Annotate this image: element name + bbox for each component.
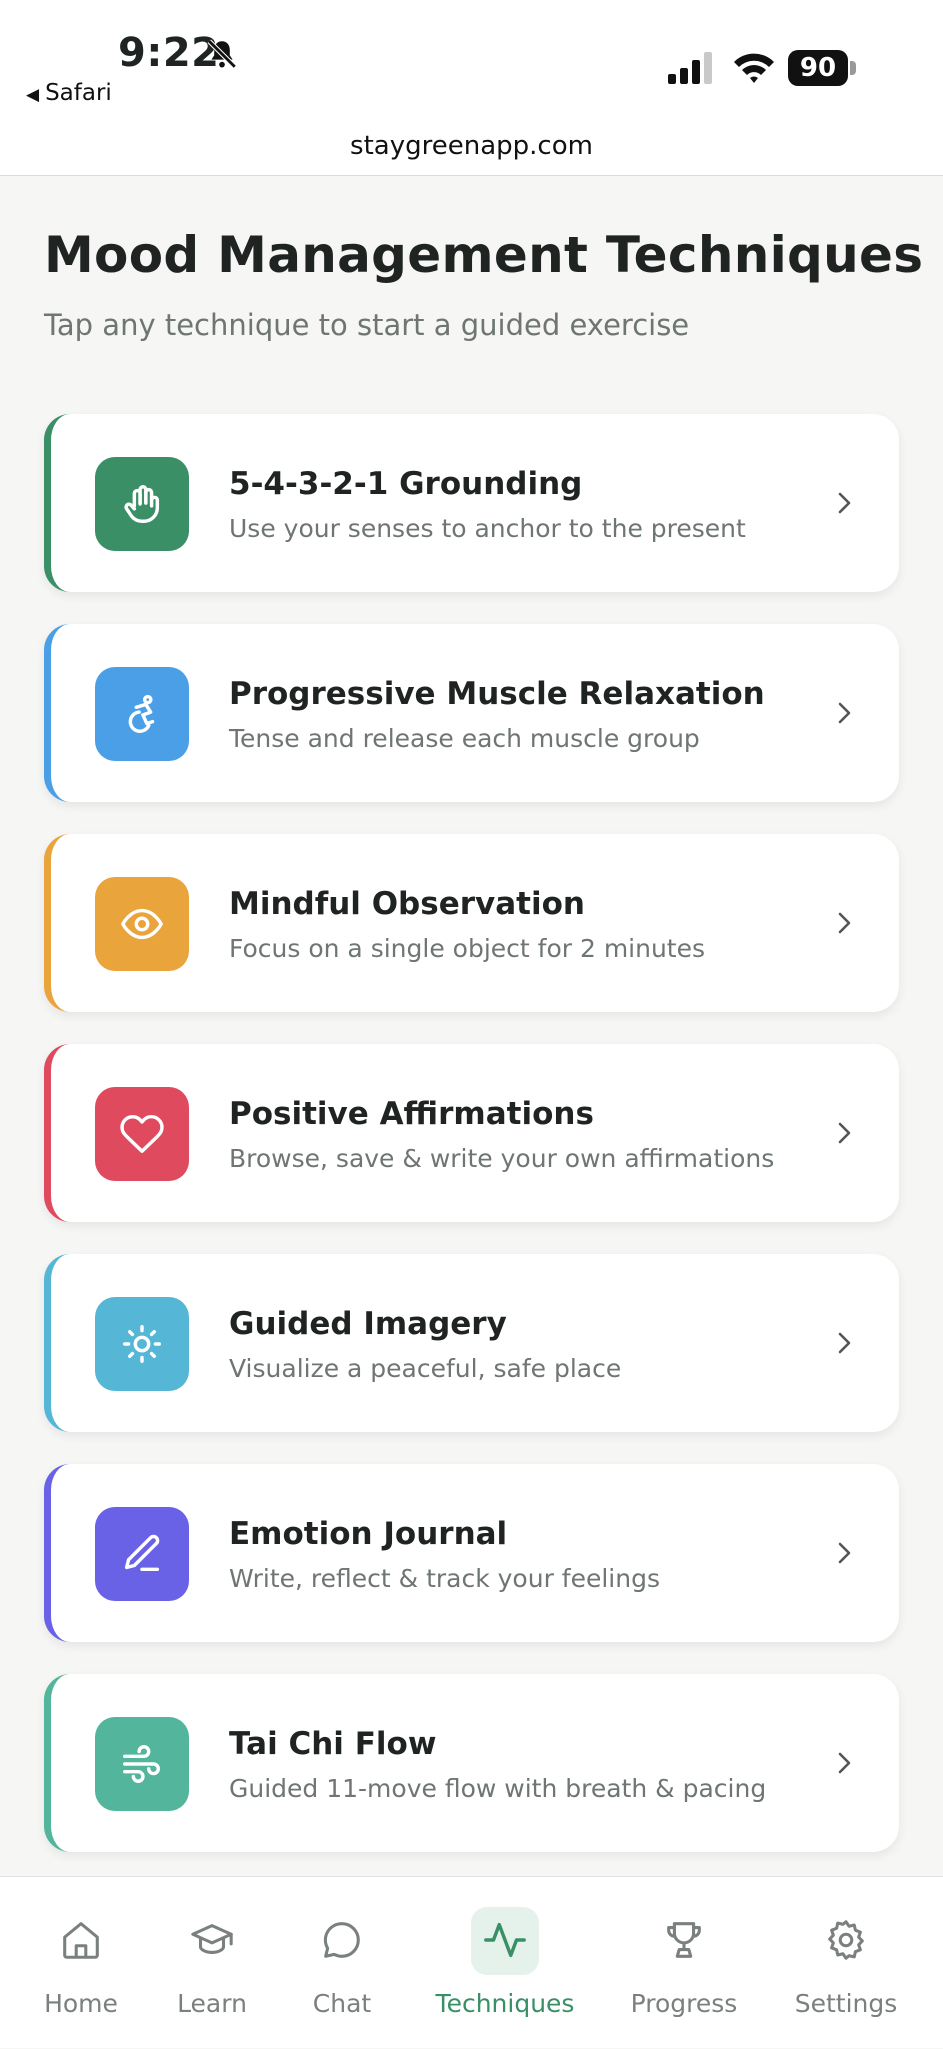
wind-icon xyxy=(123,1745,160,1783)
technique-name: 5-4-3-2-1 Grounding xyxy=(229,466,583,502)
chevron-right-icon xyxy=(838,1122,851,1144)
trophy-icon xyxy=(667,1922,701,1958)
sun-icon xyxy=(123,1325,161,1363)
heart-icon xyxy=(120,1115,164,1153)
technique-description: Write, reflect & track your feelings xyxy=(229,1564,660,1593)
tab-home[interactable]: Home xyxy=(6,1877,156,2049)
tab-techniques[interactable]: Techniques xyxy=(430,1877,580,2049)
hand-icon xyxy=(124,485,160,523)
chevron-right-icon xyxy=(838,492,851,514)
tab-chat[interactable]: Chat xyxy=(267,1877,417,2049)
tab-label: Progress xyxy=(630,1989,738,2018)
home-icon xyxy=(63,1922,99,1959)
address-bar[interactable]: staygreenapp.com xyxy=(0,128,943,176)
technique-card-grounding[interactable]: 5-4-3-2-1 Grounding Use your senses to a… xyxy=(44,414,899,592)
back-label: Safari xyxy=(45,80,112,106)
pen-icon xyxy=(124,1534,160,1572)
tab-progress[interactable]: Progress xyxy=(609,1877,759,2049)
back-to-safari-button[interactable]: ◀ Safari xyxy=(26,80,112,106)
tab-label: Chat xyxy=(312,1989,372,2018)
technique-name: Guided Imagery xyxy=(229,1306,507,1342)
tab-label: Home xyxy=(44,1989,118,2018)
url-text: staygreenapp.com xyxy=(350,131,593,161)
chevron-right-icon xyxy=(838,1752,851,1774)
chevron-right-icon xyxy=(838,1542,851,1564)
technique-icon-tile xyxy=(95,1507,189,1601)
back-triangle-icon: ◀ xyxy=(26,85,40,105)
battery-indicator: 90 xyxy=(788,50,858,86)
chevron-right-icon xyxy=(838,1332,851,1354)
technique-description: Guided 11-move flow with breath & pacing xyxy=(229,1774,767,1803)
technique-description: Use your senses to anchor to the present xyxy=(229,514,746,543)
page-subtitle: Tap any technique to start a guided exer… xyxy=(44,308,690,342)
technique-card-mindful-observation[interactable]: Mindful Observation Focus on a single ob… xyxy=(44,834,899,1012)
technique-icon-tile xyxy=(95,1297,189,1391)
technique-name: Positive Affirmations xyxy=(229,1096,594,1132)
technique-card-muscle-relaxation[interactable]: Progressive Muscle Relaxation Tense and … xyxy=(44,624,899,802)
battery-level: 90 xyxy=(788,50,848,86)
eye-icon xyxy=(121,908,163,940)
technique-card-emotion-journal[interactable]: Emotion Journal Write, reflect & track y… xyxy=(44,1464,899,1642)
technique-icon-tile xyxy=(95,877,189,971)
accessibility-icon xyxy=(128,694,155,733)
chevron-right-icon xyxy=(838,702,851,724)
technique-name: Progressive Muscle Relaxation xyxy=(229,676,765,712)
technique-icon-tile xyxy=(95,1717,189,1811)
bell-muted-icon xyxy=(207,39,237,69)
tab-label: Learn xyxy=(177,1989,247,2018)
technique-name: Tai Chi Flow xyxy=(229,1726,437,1762)
technique-name: Mindful Observation xyxy=(229,886,585,922)
wifi-icon xyxy=(734,53,774,83)
technique-description: Visualize a peaceful, safe place xyxy=(229,1354,622,1383)
tab-learn[interactable]: Learn xyxy=(137,1877,287,2049)
battery-nub xyxy=(850,61,856,75)
technique-description: Browse, save & write your own affirmatio… xyxy=(229,1144,775,1173)
page-title: Mood Management Techniques xyxy=(44,226,924,284)
activity-icon xyxy=(484,1922,526,1958)
tab-label: Techniques xyxy=(435,1989,575,2018)
technique-list: 5-4-3-2-1 Grounding Use your senses to a… xyxy=(44,414,899,1884)
technique-description: Focus on a single object for 2 minutes xyxy=(229,934,706,963)
technique-icon-tile xyxy=(95,457,189,551)
technique-card-guided-imagery[interactable]: Guided Imagery Visualize a peaceful, saf… xyxy=(44,1254,899,1432)
graduation-cap-icon xyxy=(191,1924,233,1954)
cellular-signal-icon xyxy=(668,52,712,84)
chevron-right-icon xyxy=(838,912,851,934)
gear-icon xyxy=(828,1920,864,1960)
tab-settings[interactable]: Settings xyxy=(771,1877,921,2049)
technique-icon-tile xyxy=(95,1087,189,1181)
bottom-tab-bar: Home Learn Chat Techniques Progress Sett… xyxy=(0,1876,943,2048)
status-bar: 9:22 ◀ Safari 90 xyxy=(0,0,943,128)
technique-description: Tense and release each muscle group xyxy=(229,724,700,753)
chat-bubble-icon xyxy=(323,1922,360,1958)
tab-label: Settings xyxy=(794,1989,898,2018)
technique-icon-tile xyxy=(95,667,189,761)
technique-card-tai-chi-flow[interactable]: Tai Chi Flow Guided 11-move flow with br… xyxy=(44,1674,899,1852)
technique-name: Emotion Journal xyxy=(229,1516,508,1552)
technique-card-positive-affirmations[interactable]: Positive Affirmations Browse, save & wri… xyxy=(44,1044,899,1222)
